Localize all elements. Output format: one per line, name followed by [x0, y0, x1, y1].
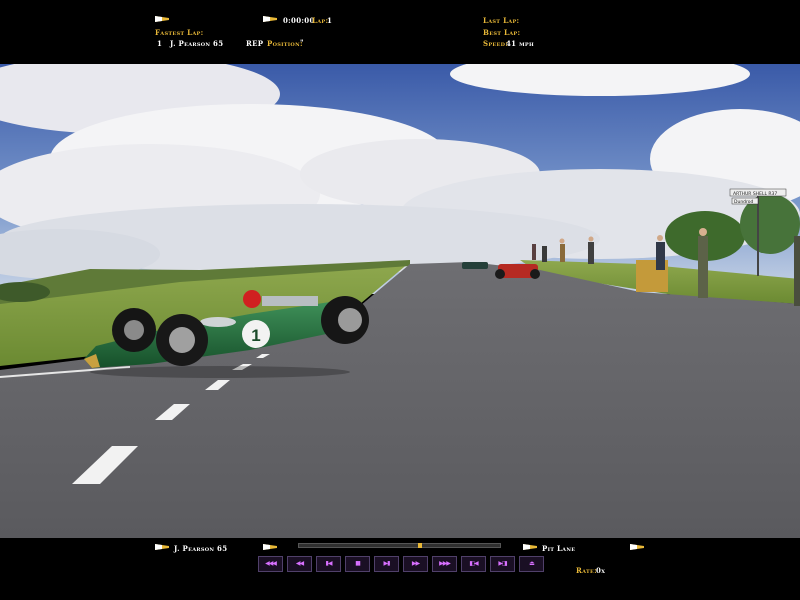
fast-forward-button[interactable]: ▶▶ [403, 556, 428, 572]
replay-timeline-slider[interactable] [298, 543, 501, 548]
camera-next-button[interactable]: ▶◨ [490, 556, 515, 572]
race-time: 0:00:00 [283, 16, 315, 25]
position-value: " [300, 38, 304, 47]
car-number: 1 [251, 326, 260, 345]
camera-prev-button[interactable]: ◧◀ [461, 556, 486, 572]
timer-flag-icon [263, 16, 277, 22]
checkered-flag-icon [155, 16, 169, 22]
sign-bottom-text: Dundrod [734, 199, 754, 205]
step-forward-button[interactable]: ▶▮ [374, 556, 399, 572]
driver-helmet [243, 290, 261, 308]
rate-label: Rate: [576, 566, 598, 575]
driver-flag-icon [155, 544, 169, 550]
timeline-handle[interactable] [418, 543, 423, 548]
skip-to-end-button[interactable]: ▶▶▶ [432, 556, 457, 572]
replay-driver-name: J. Pearson 65 [174, 544, 228, 553]
skip-to-start-button[interactable]: ◀◀◀ [258, 556, 283, 572]
previous-driver-icon[interactable] [263, 544, 277, 550]
step-back-button[interactable]: ▮◀ [316, 556, 341, 572]
best-lap-label: Best Lap: [483, 28, 521, 37]
speed-label: Speed: [483, 39, 509, 48]
last-lap-label: Last Lap: [483, 16, 520, 25]
lap-label: Lap: [312, 16, 329, 25]
fastest-lap-label: Fastest Lap: [155, 28, 204, 37]
rate-value: 0x [596, 566, 606, 575]
pit-lane-label: Pit Lane [542, 544, 576, 553]
camera-flag-icon[interactable] [630, 544, 644, 550]
fastest-lap-driver: J. Pearson 65 [170, 39, 224, 48]
position-label: Position: [267, 39, 303, 48]
next-driver-icon[interactable] [523, 544, 537, 550]
pause-button[interactable]: ▮▮ [345, 556, 370, 572]
sign-top-text: ARTHUR SHELL R37 [733, 191, 777, 197]
eject-button[interactable]: ⏏ [519, 556, 544, 572]
rep-label: REP [246, 39, 264, 48]
speed-value: 41 mph [506, 39, 534, 48]
race-viewport: ARTHUR SHELL R37 Dundrod 1 [0, 64, 800, 538]
rewind-button[interactable]: ◀◀ [287, 556, 312, 572]
race-scene: ARTHUR SHELL R37 Dundrod 1 [0, 64, 800, 538]
lap-value: 1 [327, 16, 333, 25]
top-hud-bar: 0:00:00 Lap: 1 Fastest Lap: 1 J. Pearson… [0, 0, 800, 64]
fastest-lap-position: 1 [157, 39, 163, 48]
